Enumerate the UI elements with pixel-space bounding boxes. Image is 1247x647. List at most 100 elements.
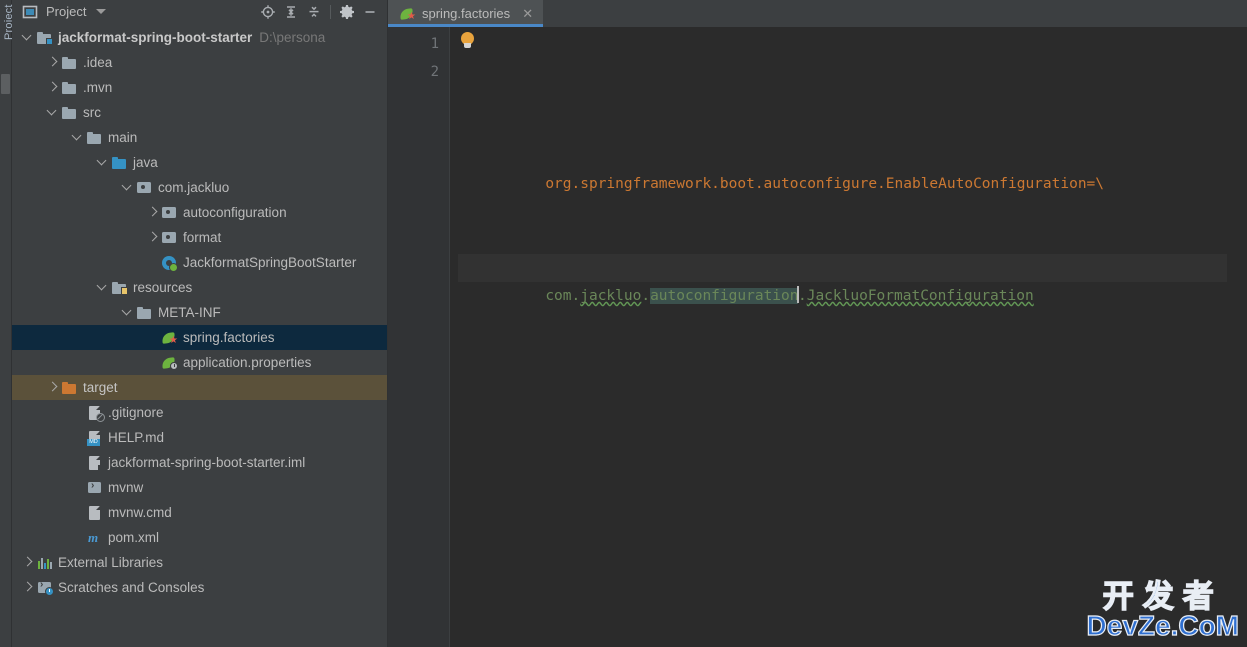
- tree-row-application-properties[interactable]: application.properties: [12, 350, 387, 375]
- tool-window-tab-project[interactable]: Project: [0, 0, 15, 40]
- chevron-right-icon[interactable]: [45, 75, 61, 100]
- project-title-group[interactable]: Project: [22, 4, 107, 20]
- line-number-gutter[interactable]: 1 2: [388, 27, 450, 647]
- project-tree[interactable]: jackformat-spring-boot-starter D:\persona…: [12, 23, 387, 647]
- tree-row-jackformatspringbootstarter[interactable]: JackformatSpringBootStarter: [12, 250, 387, 275]
- editor-scrollbar[interactable]: [1227, 27, 1247, 647]
- expand-all-icon[interactable]: [280, 1, 302, 22]
- chevron-down-icon[interactable]: [45, 100, 61, 125]
- tree-row-mvnw-cmd[interactable]: mvnw.cmd: [12, 500, 387, 525]
- minimize-icon[interactable]: [359, 1, 381, 22]
- tree-row-label: application.properties: [183, 354, 312, 370]
- chevron-down-icon[interactable]: [70, 125, 86, 150]
- toolbar-separator: [330, 4, 331, 19]
- editor-tab-spring-factories[interactable]: ★ spring.factories ✕: [388, 0, 544, 27]
- chevron-right-icon[interactable]: [20, 550, 36, 575]
- tree-row-resources[interactable]: resources: [12, 275, 387, 300]
- tree-row-autoconfiguration[interactable]: autoconfiguration: [12, 200, 387, 225]
- tree-row-label: java: [133, 154, 158, 170]
- ide-window: Project Project jackformat-spring-boot-s…: [0, 0, 1247, 647]
- tree-row-label: src: [83, 104, 101, 120]
- project-panel-title: Project: [46, 4, 87, 19]
- tree-row-label: pom.xml: [108, 529, 160, 545]
- tree-row-spring-factories[interactable]: ★ spring.factories: [12, 325, 387, 350]
- tree-row-label: .idea: [83, 54, 113, 70]
- folder-icon: [61, 105, 79, 121]
- tree-row-pom-xml[interactable]: m pom.xml: [12, 525, 387, 550]
- project-view-icon: [22, 4, 38, 20]
- close-icon[interactable]: ✕: [520, 6, 535, 21]
- chevron-down-icon[interactable]: [95, 275, 111, 300]
- folder-icon: [86, 130, 104, 146]
- tree-row-target[interactable]: target: [12, 375, 387, 400]
- chevron-down-icon[interactable]: [20, 25, 36, 50]
- locate-icon[interactable]: [257, 1, 279, 22]
- code-content[interactable]: org.springframework.boot.autoconfigure.E…: [450, 27, 1227, 647]
- tree-row-mvnw[interactable]: mvnw: [12, 475, 387, 500]
- tree-row-jackformat-spring-boot-starter[interactable]: jackformat-spring-boot-starter D:\persona: [12, 25, 387, 50]
- resource-root-folder-icon: [111, 280, 129, 296]
- chevron-right-icon[interactable]: [45, 375, 61, 400]
- tree-row-com-jackluo[interactable]: com.jackluo: [12, 175, 387, 200]
- scratches-icon: [36, 579, 54, 596]
- tree-row-idea[interactable]: .idea: [12, 50, 387, 75]
- tree-row-src[interactable]: src: [12, 100, 387, 125]
- tree-row-mvn[interactable]: .mvn: [12, 75, 387, 100]
- lightbulb-icon[interactable]: [460, 32, 475, 50]
- tree-row-help-md[interactable]: MD HELP.md: [12, 425, 387, 450]
- chevron-down-icon[interactable]: [120, 300, 136, 325]
- maven-pom-icon: m: [88, 529, 99, 545]
- gitignore-file-icon: [86, 405, 105, 422]
- line-number: 1: [430, 36, 439, 52]
- tree-row-meta-inf[interactable]: META-INF: [12, 300, 387, 325]
- tree-row-scratches-and-consoles[interactable]: Scratches and Consoles: [12, 575, 387, 600]
- tree-row-java[interactable]: java: [12, 150, 387, 175]
- gear-icon[interactable]: [336, 1, 358, 22]
- tree-row-gitignore[interactable]: .gitignore: [12, 400, 387, 425]
- code-seg-autoconfiguration: autoconfiguration: [650, 288, 799, 304]
- chevron-down-icon[interactable]: [120, 175, 136, 200]
- tree-row-label: META-INF: [158, 304, 221, 320]
- tree-row-label: resources: [133, 279, 193, 295]
- module-folder-icon: [36, 30, 54, 46]
- code-line-2[interactable]: com.jackluo.autoconfiguration.JackluoFor…: [458, 254, 1227, 304]
- tree-row-format[interactable]: format: [12, 225, 387, 250]
- tree-row-main[interactable]: main: [12, 125, 387, 150]
- code-seg-com: com.: [545, 288, 581, 304]
- chevron-down-icon[interactable]: [96, 9, 107, 14]
- collapse-all-icon[interactable]: [303, 1, 325, 22]
- tree-row-jackformat-spring-boot-starter-iml[interactable]: jackformat-spring-boot-starter.iml: [12, 450, 387, 475]
- chevron-right-icon[interactable]: [20, 575, 36, 600]
- code-line-1[interactable]: org.springframework.boot.autoconfigure.E…: [458, 142, 1227, 192]
- left-tool-strip: Project: [0, 0, 15, 647]
- chevron-right-icon[interactable]: [45, 50, 61, 75]
- tree-row-path: D:\persona: [259, 29, 326, 45]
- chevron-right-icon[interactable]: [145, 200, 161, 225]
- spring-boot-class-icon: [161, 255, 179, 272]
- code-seg-jackluo: jackluo: [580, 288, 642, 304]
- tool-strip-handle[interactable]: [1, 74, 10, 94]
- chevron-down-icon[interactable]: [95, 150, 111, 175]
- tree-row-label: main: [108, 129, 138, 145]
- chevron-right-icon[interactable]: [145, 225, 161, 250]
- editor-tab-label: spring.factories: [422, 6, 511, 21]
- tree-row-external-libraries[interactable]: External Libraries: [12, 550, 387, 575]
- tree-row-label: .gitignore: [108, 404, 164, 420]
